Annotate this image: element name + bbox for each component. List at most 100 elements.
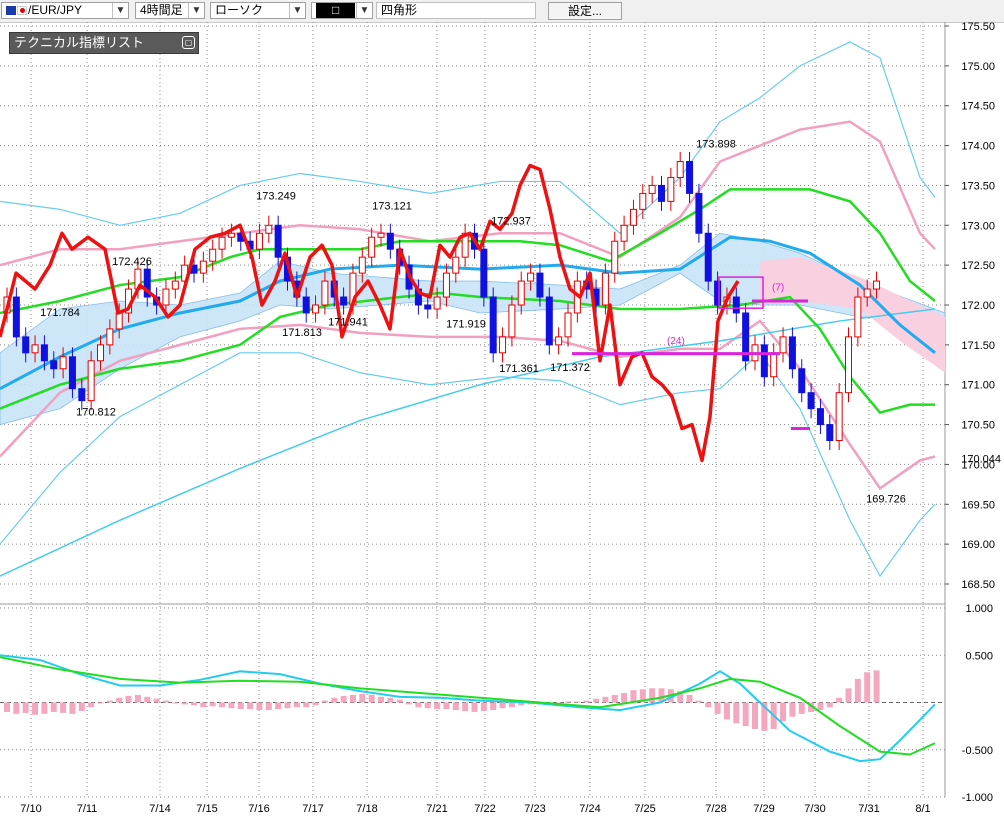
y-tick-label: 171.50 <box>961 340 995 352</box>
chart-type-select[interactable]: ローソク ▼ <box>210 2 306 19</box>
osc-histogram-bar <box>752 702 758 729</box>
candle-bull <box>620 224 628 242</box>
settings-button[interactable]: 設定... <box>548 2 622 20</box>
osc-histogram-bar <box>191 702 197 706</box>
candle-bull <box>452 256 460 274</box>
candle-bear <box>826 424 834 442</box>
candle-bull <box>265 224 273 234</box>
osc-histogram-bar <box>854 678 861 703</box>
candle-bull <box>209 248 217 262</box>
osc-histogram-bar <box>508 702 515 708</box>
annotation-label: (24) <box>667 336 685 347</box>
osc-histogram-bar <box>565 701 571 703</box>
tech-panel-title: テクニカル指標リスト <box>14 35 145 50</box>
x-tick-label: 7/29 <box>753 803 774 815</box>
osc-histogram-bar <box>424 702 431 709</box>
timeframe-label: 4時間足 <box>140 3 183 17</box>
toolbar: /EUR/JPY ▼ 4時間足 ▼ ローソク ▼ □ ▼ 四角形 設定... <box>0 0 1004 23</box>
osc-histogram-bar <box>88 702 95 708</box>
osc-histogram-bar <box>134 694 141 703</box>
osc-histogram-bar <box>733 702 740 724</box>
chevron-down-icon[interactable]: ▼ <box>188 3 204 18</box>
candle-bull <box>171 280 179 290</box>
price-label: 172.937 <box>491 215 531 227</box>
osc-histogram-bar <box>78 702 85 712</box>
price-chart[interactable]: (24) (7) 171.784 170.812 172.426 173.249 171.8… <box>0 21 1004 818</box>
osc-histogram-bar <box>826 702 833 708</box>
candle-bear <box>807 392 815 410</box>
candle-bull <box>770 352 778 378</box>
osc-histogram-bar <box>237 702 244 710</box>
osc-histogram-bar <box>611 694 618 703</box>
osc-histogram-bar <box>22 702 29 713</box>
osc-tick-label: -0.500 <box>962 745 993 757</box>
candle-bear <box>704 232 712 282</box>
y-tick-label: 174.00 <box>961 141 995 153</box>
candle-bull <box>162 288 170 306</box>
symbol-label: EUR/JPY <box>31 3 83 17</box>
x-tick-label: 7/23 <box>524 803 545 815</box>
y-tick-label: 172.50 <box>961 260 995 272</box>
osc-histogram-bar <box>490 702 497 711</box>
osc-histogram-bar <box>4 702 10 712</box>
x-tick-label: 7/10 <box>20 803 41 815</box>
osc-histogram-bar <box>742 702 749 727</box>
chart-type-label: ローソク <box>215 3 264 17</box>
tool-name-field[interactable]: 四角形 <box>376 2 536 19</box>
chevron-down-icon[interactable]: ▼ <box>289 3 305 18</box>
osc-histogram-bar <box>415 702 422 708</box>
price-label: 172.426 <box>112 256 152 268</box>
candle-bear <box>658 184 665 202</box>
candle-bull <box>312 304 320 314</box>
candle-bull <box>854 296 862 338</box>
chevron-down-icon[interactable]: ▼ <box>356 3 372 18</box>
candle-bull <box>555 336 563 346</box>
candle-bull <box>255 232 263 250</box>
candle-bull <box>564 312 572 338</box>
osc-histogram-bar <box>574 701 581 703</box>
osc-histogram-bar <box>789 702 796 717</box>
timeframe-select[interactable]: 4時間足 ▼ <box>135 2 205 19</box>
candle-bear <box>22 336 30 354</box>
osc-histogram-bar <box>293 702 300 708</box>
chart-area[interactable]: (24) (7) 171.784 170.812 172.426 173.249 171.8… <box>0 21 1004 818</box>
price-label: 173.249 <box>256 190 296 202</box>
x-tick-label: 7/16 <box>248 803 269 815</box>
candle-bull <box>779 336 787 354</box>
osc-histogram-bar <box>60 702 67 713</box>
candle-bull <box>517 280 525 306</box>
panel-menu-icon[interactable]: ▢ <box>182 36 195 49</box>
candle-bull <box>106 328 114 346</box>
draw-tool-select[interactable]: □ ▼ <box>311 2 373 19</box>
price-label: 171.361 <box>499 363 539 375</box>
price-label: 169.726 <box>866 493 906 505</box>
osc-histogram-bar <box>873 670 880 703</box>
symbol-select[interactable]: /EUR/JPY ▼ <box>1 2 129 19</box>
osc-histogram-bar <box>593 698 600 703</box>
osc-histogram-bar <box>443 702 450 710</box>
osc-histogram-bar <box>331 697 338 703</box>
tech-indicator-panel[interactable]: テクニカル指標リスト ▢ <box>9 32 199 54</box>
osc-histogram-bar <box>284 702 291 709</box>
osc-histogram-bar <box>378 696 384 703</box>
osc-histogram-bar <box>387 697 394 703</box>
y-tick-label: 169.50 <box>961 499 995 511</box>
y-tick-label: 170.50 <box>961 420 995 432</box>
x-tick-label: 7/18 <box>356 803 377 815</box>
candle-bull <box>87 360 95 402</box>
price-label: 171.919 <box>446 318 486 330</box>
candle-bear <box>274 224 282 258</box>
osc-histogram-bar <box>723 702 730 720</box>
osc-histogram-bar <box>836 697 843 703</box>
candle-bull <box>601 272 609 306</box>
osc-histogram-bar <box>434 702 441 710</box>
osc-histogram-bar <box>864 672 871 703</box>
x-tick-label: 7/17 <box>302 803 323 815</box>
candle-bear <box>798 368 806 394</box>
chevron-down-icon[interactable]: ▼ <box>112 3 128 18</box>
osc-histogram-bar <box>50 702 57 712</box>
osc-histogram-bar <box>106 700 113 703</box>
candle-bull <box>358 256 366 274</box>
osc-histogram-bar <box>125 695 132 703</box>
y-tick-label: 174.50 <box>961 101 995 113</box>
